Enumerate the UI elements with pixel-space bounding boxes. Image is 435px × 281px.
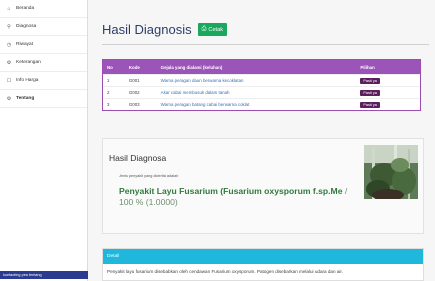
table-row: 2 G002 Akar cabai membusuk dalam tanah P… <box>103 86 420 98</box>
cell-no: 1 <box>107 78 110 83</box>
result-disease: Penyakit Layu Fusarium (Fusarium oxyspor… <box>119 186 363 208</box>
choice-badge: Pasti ya <box>360 101 380 108</box>
cell-pilihan: Pasti ya <box>360 89 420 96</box>
symptom-table: No Kode Gejala yang dialami (keluhan) Pi… <box>102 59 421 111</box>
cell-kode: G002 <box>128 90 140 95</box>
sidebar-item-tentang[interactable]: ⚙ Tentang <box>0 90 87 108</box>
sidebar: ⌂ Beranda ⚲ Diagnosa ◷ Riwayat ⚙ Keteran… <box>0 0 88 281</box>
sidebar-item-label: Diagnosa <box>16 24 37 29</box>
sidebar-item-label: Beranda <box>16 6 35 11</box>
main-content: Hasil Diagnosis ⎙ Cetak No Kode Gejala y… <box>94 0 431 281</box>
print-button-label: Cetak <box>208 26 224 33</box>
cell-no: 2 <box>107 90 110 95</box>
price-icon: ☐ <box>6 77 12 84</box>
plant-photo <box>364 145 418 199</box>
column-header-no: No <box>107 64 113 70</box>
cell-pilihan: Pasti ya <box>360 77 420 84</box>
sidebar-footer: kuetaoting pea tentang <box>0 271 88 279</box>
detail-header: Detail <box>103 249 423 264</box>
result-note: Jenis penyakit yang diderita adalah <box>119 174 179 178</box>
sidebar-item-label: Riwayat <box>16 42 34 47</box>
column-header-pilihan: Pilihan <box>360 64 375 70</box>
table-header: No Kode Gejala yang dialami (keluhan) Pi… <box>103 60 420 74</box>
divider <box>102 44 429 45</box>
result-title: Hasil Diagnosa <box>109 153 167 163</box>
cell-gejala: Warna peragan daun berwarna kecoklatan <box>160 78 244 83</box>
cell-kode: G001 <box>128 78 140 83</box>
info-icon: ⚙ <box>6 59 12 66</box>
search-icon: ⚲ <box>7 23 11 30</box>
detail-text: Penyakit layu fusarium disebabkan oleh c… <box>107 269 343 274</box>
title-row: Hasil Diagnosis ⎙ Cetak <box>102 22 228 37</box>
diagnosis-result-panel: Hasil Diagnosa Jenis penyakit yang dider… <box>102 138 424 234</box>
sidebar-item-label: Keterangan <box>16 60 41 65</box>
choice-badge: Pasti ya <box>360 77 380 84</box>
home-icon: ⌂ <box>7 5 11 12</box>
page-title: Hasil Diagnosis <box>102 22 192 37</box>
choice-badge: Pasti ya <box>360 89 380 96</box>
cell-no: 3 <box>107 102 110 107</box>
history-icon: ◷ <box>6 41 12 48</box>
sidebar-item-keterangan[interactable]: ⚙ Keterangan <box>0 54 87 72</box>
sidebar-item-label: Info Harga <box>16 78 39 83</box>
cell-pilihan: Pasti ya <box>360 101 420 108</box>
print-button[interactable]: ⎙ Cetak <box>197 23 228 36</box>
sidebar-item-diagnosa[interactable]: ⚲ Diagnosa <box>0 18 87 36</box>
plant-photo-image <box>364 145 418 199</box>
sidebar-item-info-harga[interactable]: ☐ Info Harga <box>0 72 87 90</box>
sidebar-item-beranda[interactable]: ⌂ Beranda <box>0 0 87 18</box>
sidebar-item-riwayat[interactable]: ◷ Riwayat <box>0 36 87 54</box>
sidebar-item-label: Tentang <box>16 96 35 101</box>
cell-gejala: Akar cabai membusuk dalam tanah <box>160 90 230 95</box>
column-header-kode: Kode <box>128 64 140 70</box>
table-row: 3 G003 Warna peragan batang cabai berwar… <box>103 98 420 110</box>
detail-panel: Detail Penyakit layu fusarium disebabkan… <box>102 248 424 281</box>
column-header-gejala: Gejala yang dialami (keluhan) <box>160 64 223 70</box>
about-icon: ⚙ <box>6 95 12 102</box>
disease-name: Penyakit Layu Fusarium (Fusarium oxyspor… <box>119 186 343 196</box>
cell-gejala: Warna peragan batang cabai berwarna cokl… <box>160 102 250 107</box>
cell-kode: G003 <box>128 102 140 107</box>
print-icon: ⎙ <box>201 26 207 32</box>
table-row: 1 G001 Warna peragan daun berwarna kecok… <box>103 74 420 86</box>
